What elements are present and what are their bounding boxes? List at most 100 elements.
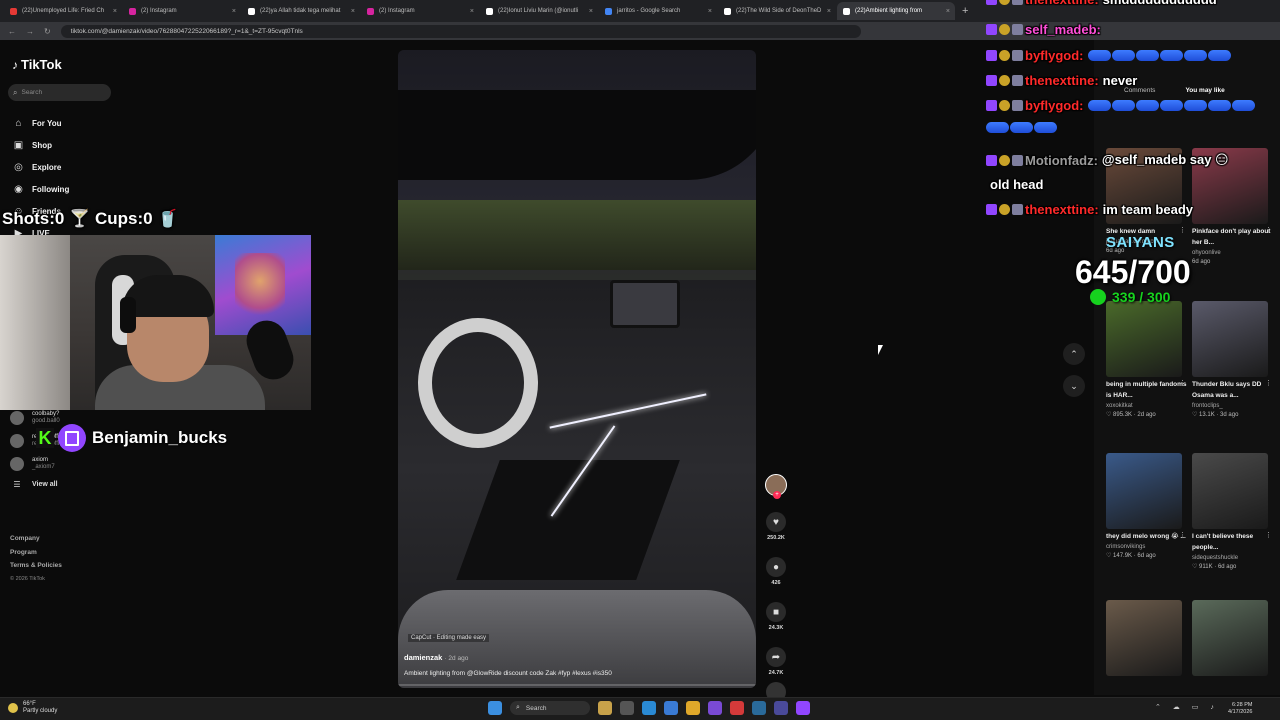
more-options-icon[interactable]: ⋮ (1179, 531, 1186, 539)
sidebar-item-shop[interactable]: ▣ Shop (12, 134, 69, 156)
streamer-name: Benjamin_bucks (92, 428, 228, 447)
forward-icon[interactable]: → (26, 27, 34, 36)
browser-tab[interactable]: (2) Instagram × (361, 2, 479, 20)
taskbar-search[interactable]: ⌕ Search (510, 701, 590, 715)
comment-icon[interactable]: ● (766, 557, 786, 577)
more-options-icon[interactable]: ⋮ (1265, 531, 1272, 539)
back-icon[interactable]: ← (8, 27, 16, 36)
bookmark-icon[interactable]: ■ (766, 602, 786, 622)
tiktok-logo[interactable]: ♪ TikTok (12, 57, 62, 72)
emote-icon (1087, 50, 1111, 61)
recommendation-card[interactable]: Pinkface don't play about her B... ohyoon… (1192, 226, 1274, 267)
like-heart-icon[interactable]: ♥ (766, 512, 786, 532)
app-icon-3[interactable] (774, 701, 788, 715)
saiyans-label: SAIYANS (1106, 234, 1175, 251)
browser-tab[interactable]: (2) Instagram × (123, 2, 241, 20)
file-explorer-icon[interactable] (686, 701, 700, 715)
recommendation-thumbnail[interactable] (1192, 600, 1268, 676)
previous-video-button[interactable]: ⌃ (1063, 343, 1085, 365)
more-options-icon[interactable]: ⋮ (1179, 226, 1186, 234)
chat-badge-icon (1012, 24, 1023, 35)
share-count: 24.7K (768, 670, 784, 676)
sidebar-item-following[interactable]: ◉ Following (12, 178, 69, 200)
close-tab-icon[interactable]: × (351, 8, 355, 15)
tab-favicon-icon (605, 7, 612, 15)
follow-plus-icon[interactable]: + (773, 491, 781, 499)
more-options-icon[interactable]: ⋮ (1265, 226, 1272, 234)
view-all-link[interactable]: ☰ View all (10, 475, 210, 493)
recommendation-card[interactable]: I can't believe these people... sidequest… (1192, 531, 1274, 572)
task-view-icon[interactable] (620, 701, 634, 715)
sidebar-item-for-you[interactable]: ⌂ For You (12, 112, 69, 134)
browser-tab[interactable]: (22)The Wild Side of DeonTheD × (718, 2, 836, 20)
new-tab-icon[interactable]: + (962, 5, 968, 17)
share-icon[interactable]: ➦ (766, 647, 786, 667)
close-tab-icon[interactable]: × (708, 8, 712, 15)
program-link[interactable]: Program (10, 546, 62, 560)
close-tab-icon[interactable]: × (827, 8, 831, 15)
emote-icon (986, 122, 1009, 133)
app-icon[interactable] (598, 701, 612, 715)
system-tray[interactable]: ⌃ ☁ ▭ ♪ (1155, 703, 1219, 711)
recommendation-thumbnail[interactable] (1106, 301, 1182, 377)
recommendation-card[interactable]: being in multiple fandoms is HAR... xoxok… (1106, 379, 1188, 420)
more-options-icon[interactable]: ⋮ (1265, 379, 1272, 387)
browser-tab[interactable]: (22)Unemployed Life: Fried Ch × (4, 2, 122, 20)
close-tab-icon[interactable]: × (470, 8, 474, 15)
emote-icon (1135, 100, 1159, 111)
clock[interactable]: 6:28 PM 4/17/2026 (1228, 702, 1252, 716)
emote-icon (1111, 100, 1135, 111)
chat-message: thenexttine: smdddddddddddd (986, 0, 1217, 7)
reload-icon[interactable]: ↻ (44, 27, 51, 36)
following-item-text: coolbaby? good.ball0 (32, 410, 60, 424)
emote-icon (1135, 50, 1159, 61)
browser-tab[interactable]: (22)ya Allah tidak tega melihat × (242, 2, 360, 20)
close-tab-icon[interactable]: × (113, 8, 117, 15)
streamer-webcam (0, 235, 311, 410)
browser-tab[interactable]: jarritos - Google Search × (599, 2, 717, 20)
next-video-button[interactable]: ⌄ (1063, 375, 1085, 397)
terms-link[interactable]: Terms & Policies (10, 559, 62, 573)
app-icon-2[interactable] (708, 701, 722, 715)
search-input[interactable]: ⌕ Search (8, 84, 111, 101)
more-options-icon[interactable]: ⋮ (1179, 379, 1186, 387)
author-avatar[interactable]: + (765, 474, 787, 499)
video-player[interactable]: CapCut · Editing made easy damienzak · 2… (398, 50, 756, 688)
emote-icon (1159, 100, 1183, 111)
url-field[interactable]: tiktok.com/@damienzak/video/762880472252… (60, 24, 861, 38)
steam-icon[interactable] (752, 701, 766, 715)
compass-icon: ◎ (14, 161, 23, 173)
recommendation-user: ohyoonlive (1192, 250, 1221, 256)
emote-icon (1231, 100, 1255, 111)
windows-start-icon[interactable] (488, 701, 502, 715)
sidebar-item-explore[interactable]: ◎ Explore (12, 156, 69, 178)
chrome-icon[interactable] (730, 701, 744, 715)
store-icon[interactable] (664, 701, 678, 715)
following-icon: ◉ (14, 183, 23, 195)
video-author[interactable]: damienzak · 2d ago (404, 653, 468, 662)
tab-you-may-like[interactable]: You may like (1185, 87, 1224, 94)
close-tab-icon[interactable]: × (946, 8, 950, 15)
browser-tab[interactable]: (22)Ionut Liviu Marin (@ionutli × (480, 2, 598, 20)
close-tab-icon[interactable]: × (589, 8, 593, 15)
recommendation-title: they did melo wrong 😭 ... (1106, 533, 1186, 540)
close-tab-icon[interactable]: × (232, 8, 236, 15)
twitch-app-icon[interactable] (796, 701, 810, 715)
recommendation-thumbnail[interactable] (1192, 453, 1268, 529)
chat-badge-icon (1012, 75, 1023, 86)
recommendation-title: I can't believe these people... (1192, 533, 1254, 551)
recommendation-thumbnail[interactable] (1192, 301, 1268, 377)
weather-widget[interactable]: 66°F Partly cloudy (8, 701, 57, 715)
edge-icon[interactable] (642, 701, 656, 715)
recommendation-card[interactable]: Thunder Bklu says DD Osama was a... front… (1192, 379, 1274, 420)
tab-comments[interactable]: Comments (1124, 87, 1155, 94)
browser-tab[interactable]: (22)Ambient lighting from × (837, 2, 955, 20)
recommendation-thumbnail[interactable] (1106, 600, 1182, 676)
following-item[interactable]: axiom _axiom7 (10, 452, 210, 475)
video-progress-bar[interactable] (398, 684, 756, 686)
recommendation-thumbnail[interactable] (1106, 453, 1182, 529)
avatar (10, 433, 24, 448)
company-link[interactable]: Company (10, 532, 62, 546)
capcut-tag[interactable]: CapCut · Editing made easy (408, 634, 490, 642)
recommendation-card[interactable]: they did melo wrong 😭 ... crimsonvikings ♡… (1106, 531, 1188, 561)
